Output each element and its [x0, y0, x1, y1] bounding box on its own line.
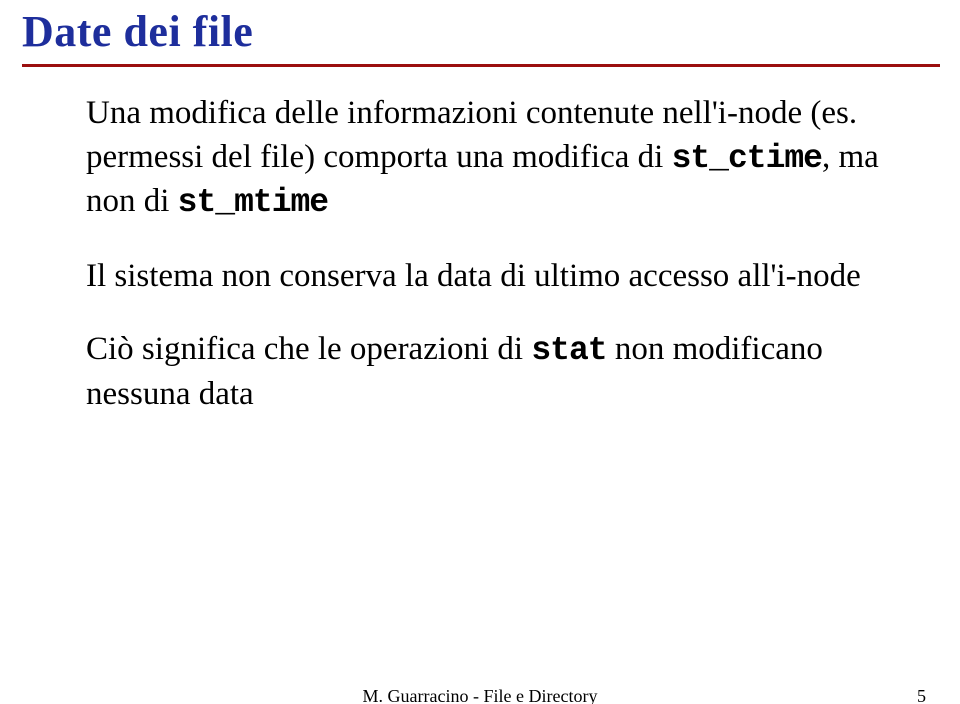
code-st-ctime: st_ctime [672, 140, 822, 177]
paragraph-3: Ciò significa che le operazioni di stat … [86, 328, 906, 416]
paragraph-1: Una modifica delle informazioni contenut… [86, 92, 906, 225]
title-underline [22, 64, 940, 67]
para3-text-a: Ciò significa che le operazioni di [86, 331, 531, 367]
code-st-mtime: st_mtime [178, 184, 328, 221]
code-stat: stat [531, 332, 606, 369]
footer-center-text: M. Guarracino - File e Directory [0, 686, 960, 704]
paragraph-2: Il sistema non conserva la data di ultim… [86, 255, 906, 299]
slide-body: Una modifica delle informazioni contenut… [86, 92, 906, 446]
footer-page-number: 5 [917, 686, 926, 704]
slide-title: Date dei file [22, 6, 253, 57]
slide: Date dei file Una modifica delle informa… [0, 0, 960, 704]
